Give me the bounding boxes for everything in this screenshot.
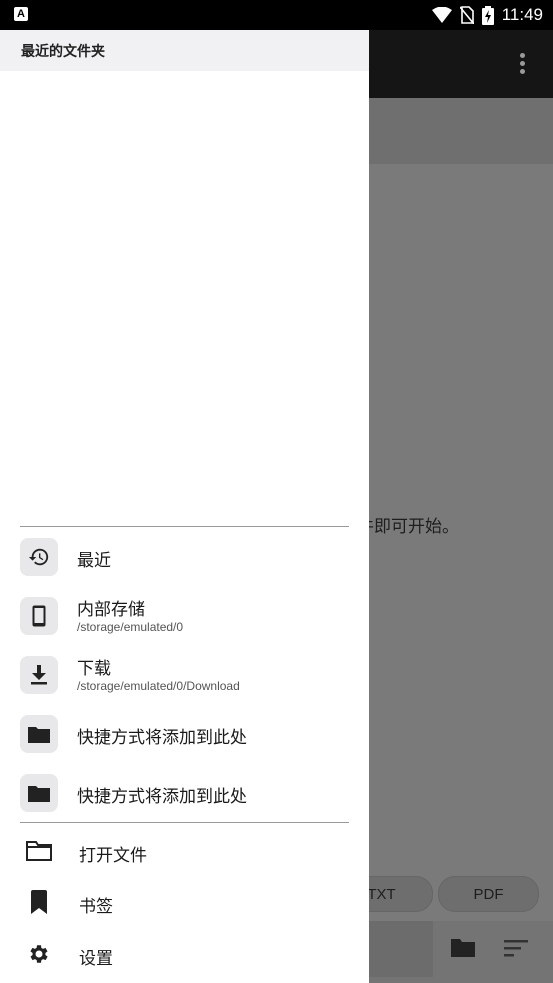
clock: 11:49 xyxy=(501,5,543,24)
nav-item-path: /storage/emulated/0/Download xyxy=(77,679,240,693)
folder-outline-icon xyxy=(26,838,52,864)
history-icon xyxy=(20,538,58,576)
folder-icon xyxy=(451,939,475,957)
nav-item-shortcut-placeholder[interactable]: 快捷方式将添加到此处 xyxy=(0,707,369,759)
background-hint-text: 件即可开始。 xyxy=(369,517,459,537)
settings-label: 设置 xyxy=(79,949,113,969)
nav-item-label: 快捷方式将添加到此处 xyxy=(77,728,247,748)
recent-folders-header: 最近的文件夹 xyxy=(0,30,369,71)
app-notification-icon: A xyxy=(14,7,28,21)
sort-icon xyxy=(504,940,528,957)
wifi-icon xyxy=(431,7,452,23)
nav-item-internal-storage[interactable]: 内部存储 /storage/emulated/0 xyxy=(0,589,369,641)
no-sim-icon xyxy=(459,6,474,24)
nav-item-label: 内部存储 xyxy=(77,600,145,620)
phone-icon xyxy=(20,597,58,635)
navigation-drawer: 最近的文件夹 最近 内部存储 /storage/emulated/0 下载 /s… xyxy=(0,30,369,983)
folder-icon xyxy=(20,715,58,753)
nav-item-label: 最近 xyxy=(77,551,111,571)
chip-pdf: PDF xyxy=(438,876,539,912)
nav-item-shortcut-placeholder[interactable]: 快捷方式将添加到此处 xyxy=(0,766,369,818)
bookmarks-button[interactable]: 书签 xyxy=(0,876,369,928)
nav-item-path: /storage/emulated/0 xyxy=(77,620,184,634)
nav-item-label: 快捷方式将添加到此处 xyxy=(77,787,247,807)
background-search-field xyxy=(369,921,433,977)
divider xyxy=(20,526,349,527)
download-icon xyxy=(20,656,58,694)
open-file-button[interactable]: 打开文件 xyxy=(0,825,369,877)
status-bar: A 11:49 xyxy=(0,0,553,30)
nav-item-download[interactable]: 下载 /storage/emulated/0/Download xyxy=(0,648,369,700)
settings-button[interactable]: 设置 xyxy=(0,928,369,980)
nav-item-label: 下载 xyxy=(77,659,111,679)
folder-icon xyxy=(20,774,58,812)
gear-icon xyxy=(26,941,52,967)
bookmarks-label: 书签 xyxy=(79,897,113,917)
nav-item-recent[interactable]: 最近 xyxy=(0,530,369,582)
divider xyxy=(20,822,349,823)
more-options-icon xyxy=(520,53,526,75)
background-tab-strip xyxy=(369,98,553,164)
open-file-label: 打开文件 xyxy=(79,846,147,866)
bookmark-icon xyxy=(26,889,52,915)
battery-charging-icon xyxy=(481,5,494,25)
